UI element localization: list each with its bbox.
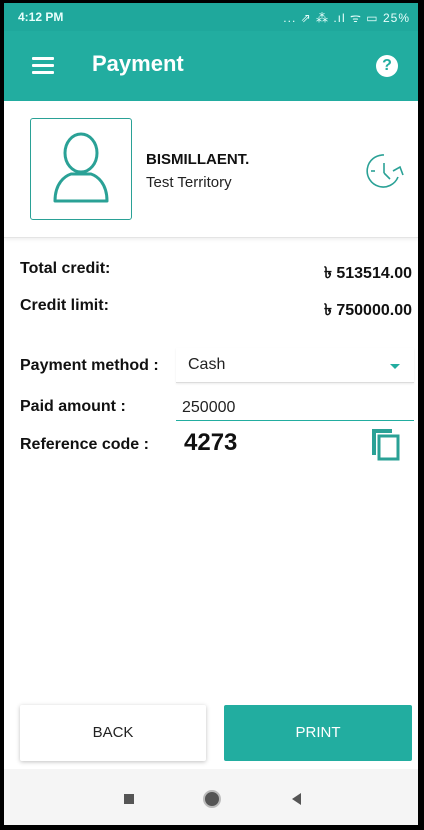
page-title: Payment	[92, 51, 184, 76]
avatar	[30, 118, 132, 220]
phone-screen: 4:12 PM ... ⇗ ⁂ .ıl ᯤ ▭ 25% Payment ? BI…	[4, 3, 418, 825]
back-button[interactable]: BACK	[20, 705, 206, 761]
android-nav-bar	[4, 769, 418, 825]
payment-method-value: Cash	[188, 356, 226, 373]
payment-method-label: Payment method :	[20, 357, 159, 374]
status-icons: ... ⇗ ⁂ .ıl ᯤ ▭ 25%	[283, 11, 410, 25]
paid-amount-input[interactable]	[176, 395, 414, 421]
credit-limit-value: ৳ 750000.00	[323, 302, 412, 319]
print-button[interactable]: PRINT	[224, 705, 412, 761]
total-credit-label: Total credit:	[20, 260, 111, 277]
status-time: 4:12 PM	[18, 10, 64, 24]
help-icon[interactable]: ?	[376, 55, 398, 77]
total-credit-value: ৳ 513514.00	[323, 265, 412, 282]
back-triangle-icon[interactable]	[292, 793, 301, 805]
reference-code-value: 4273	[184, 429, 238, 456]
paid-amount-label: Paid amount :	[20, 398, 126, 415]
avatar-person-icon	[53, 132, 109, 203]
customer-territory: Test Territory	[146, 174, 232, 191]
copy-icon[interactable]	[370, 427, 400, 461]
dropdown-arrow-icon	[390, 364, 400, 369]
home-icon[interactable]	[203, 790, 221, 808]
credit-limit-label: Credit limit:	[20, 297, 109, 314]
customer-name: BISMILLAENT.	[146, 151, 250, 168]
history-clock-icon[interactable]	[360, 151, 406, 191]
payment-method-select[interactable]: Cash	[176, 348, 414, 383]
recent-apps-icon[interactable]	[124, 794, 134, 804]
customer-card: BISMILLAENT. Test Territory	[4, 101, 418, 238]
app-bar: Payment ?	[4, 31, 418, 101]
menu-icon[interactable]	[32, 57, 54, 75]
reference-code-label: Reference code :	[20, 436, 149, 453]
status-bar: 4:12 PM ... ⇗ ⁂ .ıl ᯤ ▭ 25%	[4, 3, 418, 31]
